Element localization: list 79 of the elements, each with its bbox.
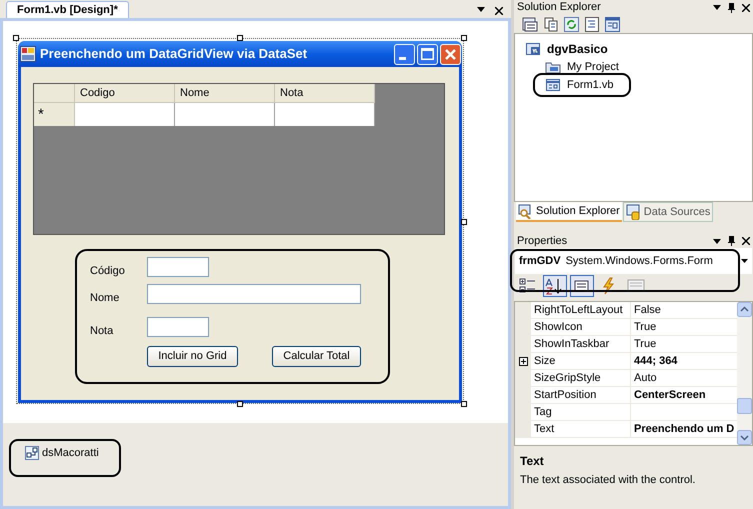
project-icon <box>525 42 541 56</box>
property-name[interactable]: ShowInTaskbar <box>531 336 631 353</box>
sort-icon[interactable] <box>543 275 567 297</box>
new-row-marker: * <box>34 103 75 126</box>
form-button[interactable]: Calcular Total <box>272 346 361 367</box>
expand-icon[interactable] <box>518 357 528 366</box>
scroll-down-icon[interactable] <box>737 430 752 445</box>
maximize-button[interactable] <box>417 44 438 64</box>
dropdown-icon[interactable] <box>477 7 485 12</box>
field-label: Nome <box>90 291 120 306</box>
column-header[interactable]: Nota <box>275 84 375 103</box>
property-name[interactable]: Tag <box>531 404 631 421</box>
properties-icon[interactable] <box>522 16 538 32</box>
close-icon[interactable] <box>742 237 750 245</box>
field-label: Nota <box>90 324 114 339</box>
column-header[interactable]: Nome <box>175 84 275 103</box>
property-name[interactable]: StartPosition <box>531 387 631 404</box>
database-icon <box>626 204 642 220</box>
resize-handle[interactable] <box>13 35 19 41</box>
property-name[interactable]: ShowIcon <box>531 319 631 336</box>
input-field[interactable] <box>147 257 209 277</box>
form-file-icon <box>545 78 561 92</box>
close-icon[interactable] <box>742 4 750 12</box>
form-button[interactable]: Incluir no Grid <box>147 346 238 367</box>
dataset-icon <box>25 446 39 460</box>
table-cell[interactable] <box>75 103 175 126</box>
field-label: Código <box>90 264 125 279</box>
close-icon <box>445 48 456 60</box>
property-name[interactable]: SizeGripStyle <box>531 370 631 387</box>
minimize-button[interactable] <box>394 44 415 64</box>
resize-handle[interactable] <box>461 35 467 41</box>
dropdown-icon <box>741 259 748 263</box>
minimize-icon <box>399 56 406 60</box>
tree-item[interactable]: dgvBasico <box>545 40 610 58</box>
dropdown-icon[interactable] <box>713 238 721 244</box>
refresh-icon[interactable] <box>564 16 579 32</box>
description-title: Text <box>520 453 545 470</box>
pin-icon[interactable] <box>728 2 735 12</box>
form-icon <box>20 46 36 62</box>
show-files-icon[interactable] <box>544 16 558 32</box>
property-pages-icon[interactable] <box>570 275 594 297</box>
close-button[interactable] <box>440 44 461 64</box>
table-cell[interactable] <box>275 103 375 126</box>
pin-icon[interactable] <box>728 236 735 246</box>
scrollbar[interactable] <box>737 302 752 445</box>
close-icon[interactable] <box>495 7 503 15</box>
view-designer-icon[interactable] <box>605 16 620 32</box>
dropdown-icon[interactable] <box>713 5 721 10</box>
property-name[interactable]: Size <box>531 353 631 370</box>
folder-icon <box>545 60 561 74</box>
object-type: System.Windows.Forms.Form <box>566 254 713 269</box>
panel-title: Solution Explorer <box>517 0 601 16</box>
view-code-icon[interactable] <box>585 16 599 32</box>
component-item[interactable]: dsMacoratti <box>9 439 121 477</box>
panel-title: Properties <box>517 234 568 249</box>
resize-handle[interactable] <box>237 401 243 407</box>
object-name: frmGDV <box>519 254 561 269</box>
column-header[interactable]: Codigo <box>75 84 175 103</box>
row-header-corner <box>34 84 75 103</box>
scroll-thumb[interactable] <box>737 398 752 414</box>
tree-item[interactable]: My Project <box>565 58 621 76</box>
object-selector[interactable]: frmGDV System.Windows.Forms.Form <box>515 248 752 274</box>
property-name[interactable]: RightToLeftLayout <box>531 302 631 319</box>
description-text: The text associated with the control. <box>520 473 696 488</box>
property-name[interactable]: Text <box>531 421 631 438</box>
panel-tab[interactable]: Solution Explorer <box>516 202 622 222</box>
document-tab[interactable]: Form1.vb [Design]* <box>6 1 129 18</box>
panel-tab[interactable]: Data Sources <box>622 202 714 222</box>
resize-handle[interactable] <box>237 35 243 41</box>
window-title: Preenchendo um DataGridView via DataSet <box>40 45 308 64</box>
tree-item[interactable]: Form1.vb <box>565 76 616 94</box>
input-field[interactable] <box>147 284 361 304</box>
scroll-up-icon[interactable] <box>737 302 752 317</box>
table-cell[interactable] <box>175 103 275 126</box>
input-field[interactable] <box>147 317 209 337</box>
component-name: dsMacoratti <box>42 446 99 461</box>
resize-handle[interactable] <box>461 219 467 225</box>
resize-handle[interactable] <box>461 401 467 407</box>
maximize-icon <box>421 48 434 60</box>
